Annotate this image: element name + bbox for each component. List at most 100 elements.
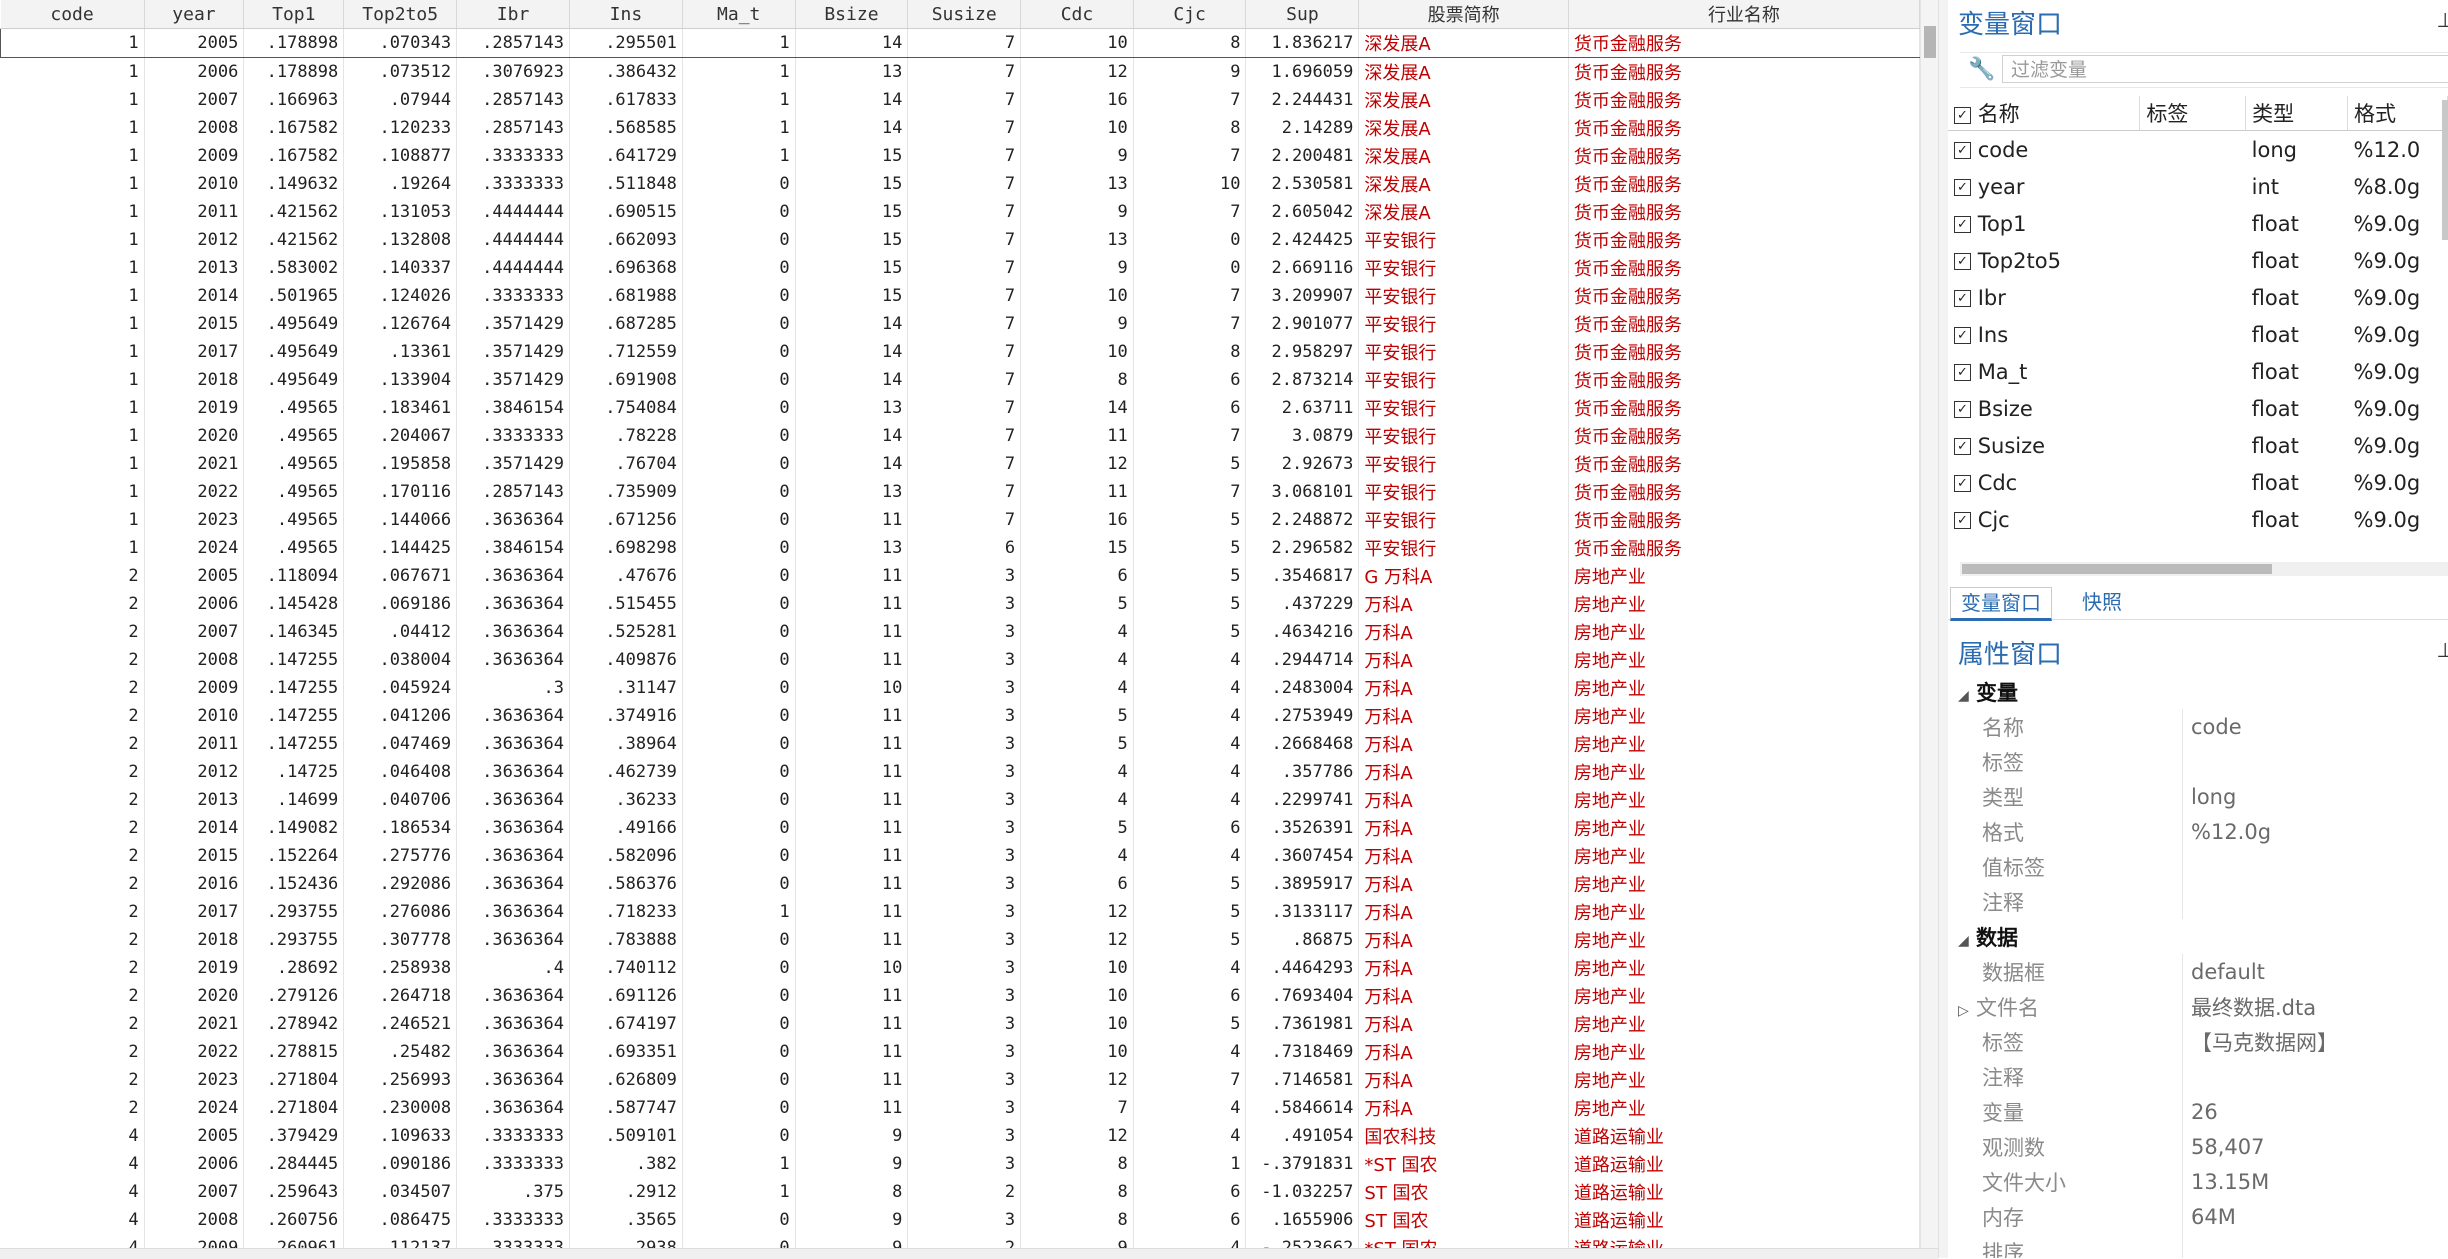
data-cell[interactable]: 深发展A <box>1359 170 1568 198</box>
data-cell[interactable]: 万科A <box>1359 786 1568 814</box>
data-cell[interactable]: 9 <box>1133 58 1246 87</box>
data-cell[interactable]: 房地产业 <box>1568 814 1919 842</box>
data-cell[interactable]: 万科A <box>1359 1066 1568 1094</box>
data-cell[interactable]: .195858 <box>344 450 457 478</box>
data-cell[interactable]: 0 <box>682 730 795 758</box>
data-cell[interactable]: 2.669116 <box>1246 254 1359 282</box>
data-cell[interactable]: 8 <box>1021 1150 1134 1178</box>
data-cell[interactable]: 万科A <box>1359 1038 1568 1066</box>
data-cell[interactable]: 平安银行 <box>1359 226 1568 254</box>
data-cell[interactable]: .525281 <box>570 618 683 646</box>
column-header[interactable]: Ins <box>570 0 683 29</box>
data-cell[interactable]: .49166 <box>570 814 683 842</box>
variable-row[interactable]: ✓ yearint%8.0g <box>1948 168 2448 205</box>
data-cell[interactable]: .3333333 <box>457 422 570 450</box>
filter-variables-input[interactable]: 过滤变量 <box>2002 55 2448 83</box>
variable-row[interactable]: ✓ Cjcfloat%9.0g <box>1948 501 2448 538</box>
data-cell[interactable]: 0 <box>682 226 795 254</box>
data-cell[interactable]: 4 <box>1133 842 1246 870</box>
data-cell[interactable]: 货币金融服务 <box>1568 310 1919 338</box>
variable-name-cell[interactable]: ✓ Ibr <box>1948 279 2140 316</box>
data-cell[interactable]: 2 <box>1 618 145 646</box>
data-cell[interactable]: 11 <box>795 506 908 534</box>
data-cell[interactable]: 4 <box>1 1178 145 1206</box>
data-cell[interactable]: 0 <box>682 506 795 534</box>
tab-variable-window[interactable]: 变量窗口 <box>1950 587 2052 621</box>
data-cell[interactable]: 3 <box>908 618 1021 646</box>
data-cell[interactable]: 0 <box>682 254 795 282</box>
column-header[interactable]: 股票简称 <box>1359 0 1568 29</box>
data-cell[interactable]: 11 <box>1021 478 1134 506</box>
data-cell[interactable]: 2020 <box>144 422 244 450</box>
property-row[interactable]: 内存64M <box>1948 1199 2448 1234</box>
data-cell[interactable]: .120233 <box>344 114 457 142</box>
data-cell[interactable]: 万科A <box>1359 1094 1568 1122</box>
variable-name-cell[interactable]: ✓ year <box>1948 168 2140 205</box>
data-cell[interactable]: 0 <box>682 1206 795 1234</box>
table-row[interactable]: 22009.147255.045924.3.31147010344.248300… <box>1 674 1920 702</box>
data-cell[interactable]: 7 <box>908 478 1021 506</box>
data-cell[interactable]: .374916 <box>570 702 683 730</box>
data-cell[interactable]: .3333333 <box>457 1206 570 1234</box>
data-cell[interactable]: 7 <box>1133 198 1246 226</box>
data-cell[interactable]: 0 <box>682 870 795 898</box>
table-row[interactable]: 12013.583002.140337.4444444.696368015790… <box>1 254 1920 282</box>
column-header[interactable]: Top1 <box>244 0 344 29</box>
table-row[interactable]: 22010.147255.041206.3636364.374916011354… <box>1 702 1920 730</box>
data-cell[interactable]: .754084 <box>570 394 683 422</box>
data-cell[interactable]: .2299741 <box>1246 786 1359 814</box>
data-cell[interactable]: .144425 <box>344 534 457 562</box>
data-cell[interactable]: 12 <box>1021 926 1134 954</box>
variable-list[interactable]: ✓ 名称标签类型格式 ✓ codelong%12.0✓ yearint%8.0g… <box>1948 96 2448 538</box>
data-cell[interactable]: 货币金融服务 <box>1568 506 1919 534</box>
data-cell[interactable]: .495649 <box>244 338 344 366</box>
data-cell[interactable]: .264718 <box>344 982 457 1010</box>
data-cell[interactable]: .718233 <box>570 898 683 926</box>
data-cell[interactable]: .5846614 <box>1246 1094 1359 1122</box>
data-cell[interactable]: .495649 <box>244 310 344 338</box>
data-cell[interactable]: .034507 <box>344 1178 457 1206</box>
data-cell[interactable]: .49565 <box>244 506 344 534</box>
data-cell[interactable]: 3 <box>908 1094 1021 1122</box>
data-cell[interactable]: 0 <box>682 1066 795 1094</box>
data-cell[interactable]: 2016 <box>144 870 244 898</box>
data-cell[interactable]: .230008 <box>344 1094 457 1122</box>
data-cell[interactable]: 6 <box>1133 394 1246 422</box>
data-cell[interactable]: .4444444 <box>457 198 570 226</box>
data-cell[interactable]: .4634216 <box>1246 618 1359 646</box>
table-row[interactable]: 42008.260756.086475.3333333.356509386.16… <box>1 1206 1920 1234</box>
data-cell[interactable]: 3.068101 <box>1246 478 1359 506</box>
data-cell[interactable]: 7 <box>908 142 1021 170</box>
data-cell[interactable]: .25482 <box>344 1038 457 1066</box>
data-cell[interactable]: 0 <box>682 786 795 814</box>
data-cell[interactable]: .3571429 <box>457 338 570 366</box>
variable-checkbox[interactable]: ✓ <box>1954 327 1971 344</box>
data-cell[interactable]: 2006 <box>144 590 244 618</box>
data-cell[interactable]: 7 <box>1133 86 1246 114</box>
data-cell[interactable]: 2015 <box>144 310 244 338</box>
data-cell[interactable]: 14 <box>795 310 908 338</box>
variable-list-hscrollbar[interactable] <box>1960 562 2448 576</box>
data-cell[interactable]: .49565 <box>244 534 344 562</box>
data-cell[interactable]: .3333333 <box>457 1150 570 1178</box>
property-row[interactable]: 类型long <box>1948 779 2448 814</box>
variable-checkbox[interactable]: ✓ <box>1954 401 1971 418</box>
data-cell[interactable]: .38964 <box>570 730 683 758</box>
data-cell[interactable]: .271804 <box>244 1066 344 1094</box>
data-cell[interactable]: 货币金融服务 <box>1568 114 1919 142</box>
data-cell[interactable]: .735909 <box>570 478 683 506</box>
data-cell[interactable]: .3607454 <box>1246 842 1359 870</box>
data-cell[interactable]: .3571429 <box>457 366 570 394</box>
data-cell[interactable]: 万科A <box>1359 730 1568 758</box>
data-cell[interactable]: 7 <box>908 394 1021 422</box>
data-cell[interactable]: 2.296582 <box>1246 534 1359 562</box>
data-cell[interactable]: 5 <box>1133 562 1246 590</box>
data-cell[interactable]: 7 <box>908 254 1021 282</box>
data-cell[interactable]: 房地产业 <box>1568 1038 1919 1066</box>
data-cell[interactable]: 7 <box>1133 310 1246 338</box>
data-cell[interactable]: 货币金融服务 <box>1568 170 1919 198</box>
data-cell[interactable]: 0 <box>682 282 795 310</box>
data-cell[interactable]: 万科A <box>1359 926 1568 954</box>
data-cell[interactable]: 11 <box>1021 422 1134 450</box>
data-cell[interactable]: 11 <box>795 814 908 842</box>
